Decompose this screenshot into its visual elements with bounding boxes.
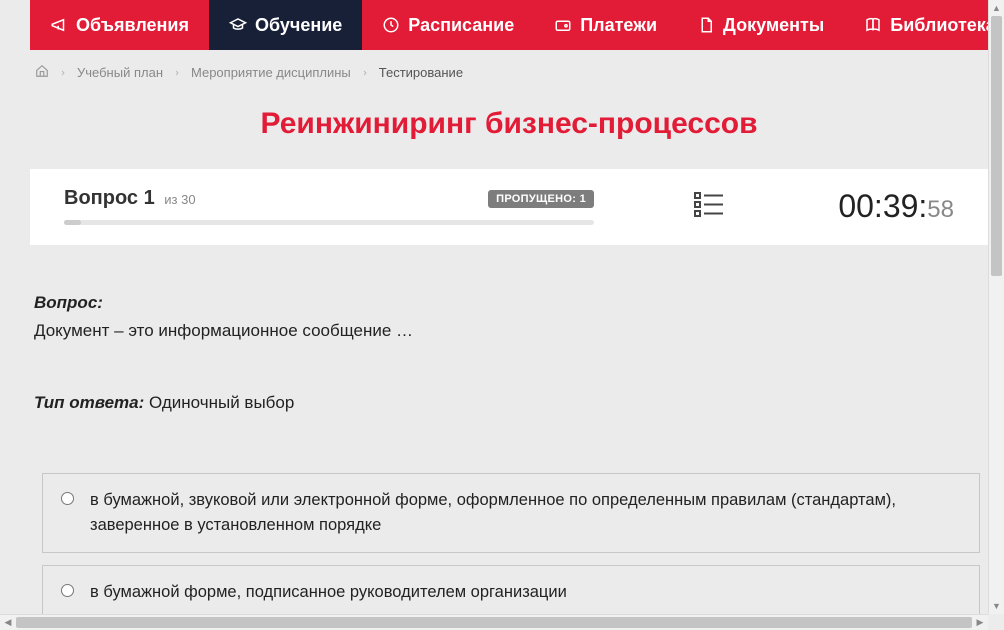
question-list-icon[interactable]: [694, 191, 724, 222]
answer-option[interactable]: в бумажной форме, подписанное руководите…: [42, 565, 980, 615]
navbar: Объявления Обучение Расписание Платежи: [30, 0, 988, 50]
nav-education[interactable]: Обучение: [209, 0, 362, 50]
status-bar: Вопрос 1 из 30 ПРОПУЩЕНО: 1: [30, 169, 988, 245]
nav-schedule[interactable]: Расписание: [362, 0, 534, 50]
timer: 00:39:58: [838, 188, 954, 225]
question-progress: Вопрос 1 из 30 ПРОПУЩЕНО: 1: [64, 187, 594, 225]
answer-radio[interactable]: [61, 584, 74, 597]
nav-label: Обучение: [255, 15, 342, 36]
answer-type-label: Тип ответа:: [34, 393, 144, 412]
scroll-thumb[interactable]: [16, 617, 972, 628]
scroll-right-icon[interactable]: ▶: [972, 615, 988, 630]
answer-text: в бумажной форме, подписанное руководите…: [90, 580, 567, 605]
book-icon: [864, 16, 882, 34]
timer-seconds: 58: [927, 196, 954, 224]
timer-main: 00:39:: [838, 188, 927, 225]
nav-label: Платежи: [580, 15, 657, 36]
question-text: Документ – это информационное сообщение …: [34, 321, 988, 341]
horizontal-scrollbar[interactable]: ◀ ▶: [0, 614, 988, 630]
scroll-up-icon[interactable]: ▲: [989, 0, 1004, 16]
chevron-right-icon: [361, 65, 369, 80]
scroll-corner: [988, 614, 1004, 630]
breadcrumb-item[interactable]: Учебный план: [77, 65, 163, 80]
nav-library[interactable]: Библиотека: [844, 0, 988, 50]
progress-bar: [64, 220, 594, 225]
megaphone-icon: [50, 16, 68, 34]
nav-payments[interactable]: Платежи: [534, 0, 677, 50]
home-icon[interactable]: [35, 64, 49, 81]
document-icon: [697, 16, 715, 34]
answer-type-value: Одиночный выбор: [149, 393, 294, 412]
nav-announcements[interactable]: Объявления: [30, 0, 209, 50]
scroll-left-icon[interactable]: ◀: [0, 615, 16, 630]
nav-documents[interactable]: Документы: [677, 0, 844, 50]
chevron-right-icon: [59, 65, 67, 80]
answers-list: в бумажной, звуковой или электронной фор…: [34, 473, 988, 614]
question-number-label: Вопрос 1: [64, 187, 160, 209]
nav-label: Расписание: [408, 15, 514, 36]
nav-label: Документы: [723, 15, 824, 36]
breadcrumb-item-current: Тестирование: [379, 65, 463, 80]
wallet-icon: [554, 16, 572, 34]
clock-icon: [382, 16, 400, 34]
breadcrumb-item[interactable]: Мероприятие дисциплины: [191, 65, 351, 80]
scroll-down-icon[interactable]: ▼: [989, 598, 1004, 614]
answer-text: в бумажной, звуковой или электронной фор…: [90, 488, 961, 538]
scroll-thumb[interactable]: [991, 16, 1002, 276]
vertical-scrollbar[interactable]: ▲ ▼: [988, 0, 1004, 614]
question-total: из 30: [164, 192, 195, 207]
breadcrumb: Учебный план Мероприятие дисциплины Тест…: [30, 50, 988, 95]
page-title: Реинжиниринг бизнес-процессов: [30, 107, 988, 141]
nav-label: Объявления: [76, 15, 189, 36]
nav-label: Библиотека: [890, 15, 988, 36]
answer-option[interactable]: в бумажной, звуковой или электронной фор…: [42, 473, 980, 553]
skipped-badge: ПРОПУЩЕНО: 1: [488, 190, 594, 208]
graduation-cap-icon: [229, 16, 247, 34]
chevron-right-icon: [173, 65, 181, 80]
question-label: Вопрос:: [34, 293, 988, 313]
answer-radio[interactable]: [61, 492, 74, 505]
